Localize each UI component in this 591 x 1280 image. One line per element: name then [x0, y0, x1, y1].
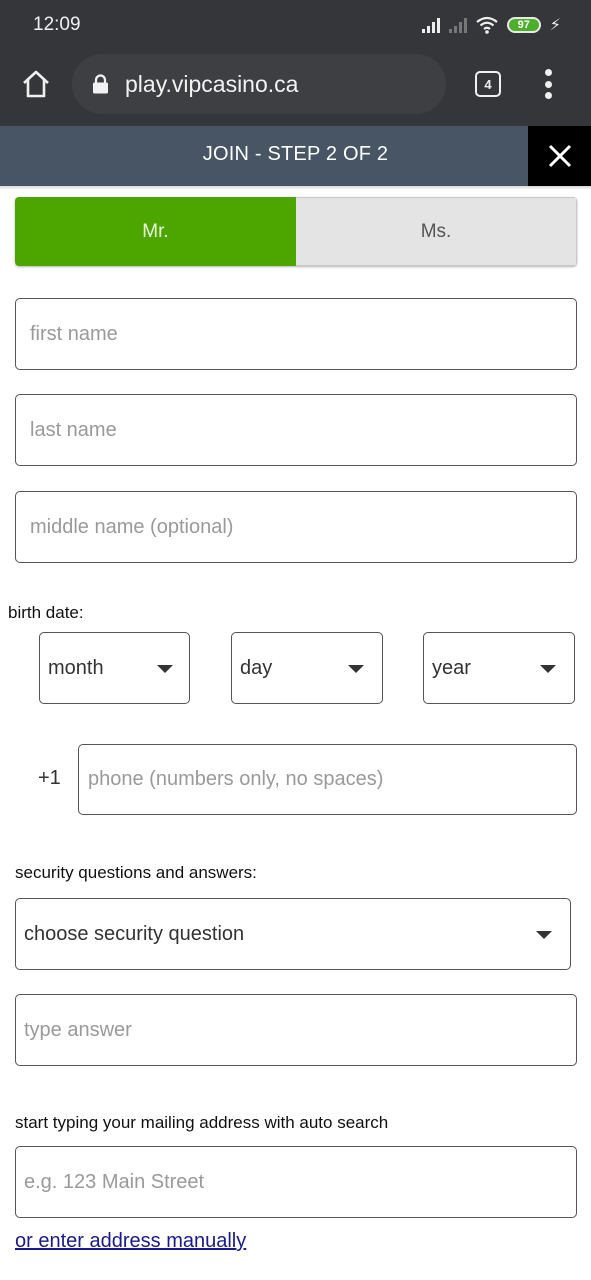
- address-bar[interactable]: play.vipcasino.ca: [72, 54, 446, 114]
- browser-toolbar: play.vipcasino.ca 4: [0, 52, 591, 126]
- close-button[interactable]: [528, 126, 591, 186]
- birth-year-select[interactable]: year: [423, 632, 575, 704]
- security-question-value: choose security question: [24, 922, 245, 945]
- page-header: JOIN - STEP 2 OF 2: [0, 126, 591, 186]
- battery-level: 97: [517, 19, 530, 31]
- birth-day-value: day: [240, 656, 273, 679]
- enter-address-manually-link[interactable]: or enter address manually: [15, 1230, 246, 1253]
- phone-field[interactable]: phone (numbers only, no spaces): [78, 744, 577, 815]
- signal-secondary-icon: [448, 17, 467, 33]
- battery-icon: 97: [506, 17, 541, 33]
- page-title: JOIN - STEP 2 OF 2: [202, 143, 389, 165]
- phone-placeholder: phone (numbers only, no spaces): [88, 768, 384, 790]
- security-label: security questions and answers:: [15, 863, 257, 882]
- tabs-icon[interactable]: 4: [475, 71, 501, 97]
- title-option-mr[interactable]: Mr.: [15, 197, 296, 266]
- address-label: start typing your mailing address with a…: [15, 1113, 389, 1132]
- middle-name-placeholder: middle name (optional): [30, 515, 234, 538]
- chevron-down-icon: [540, 665, 556, 673]
- wifi-icon: [476, 16, 498, 34]
- status-bar: 12:09 97 ⚡︎: [0, 0, 591, 52]
- security-answer-field[interactable]: type answer: [15, 994, 577, 1066]
- last-name-field[interactable]: last name: [15, 394, 577, 466]
- birth-day-select[interactable]: day: [231, 632, 383, 704]
- status-time: 12:09: [33, 14, 81, 35]
- security-question-select[interactable]: choose security question: [15, 898, 571, 970]
- chevron-down-icon: [348, 665, 364, 673]
- first-name-field[interactable]: first name: [15, 298, 577, 370]
- birth-month-select[interactable]: month: [39, 632, 190, 704]
- more-vert-icon[interactable]: [540, 66, 556, 102]
- title-option-ms[interactable]: Ms.: [296, 197, 577, 266]
- lock-icon: [93, 74, 108, 94]
- status-icons: 97 ⚡︎: [421, 15, 561, 35]
- header-shadow: [0, 186, 591, 190]
- charging-icon: ⚡︎: [549, 17, 561, 34]
- home-icon[interactable]: [20, 68, 52, 100]
- title-toggle: Mr. Ms.: [15, 197, 577, 266]
- last-name-placeholder: last name: [30, 418, 117, 441]
- address-search-field[interactable]: e.g. 123 Main Street: [15, 1146, 577, 1218]
- phone-country-code: +1: [38, 767, 61, 789]
- first-name-placeholder: first name: [30, 322, 118, 345]
- signal-icon: [421, 17, 440, 33]
- birth-date-label: birth date:: [8, 603, 84, 622]
- tab-count: 4: [484, 76, 492, 92]
- security-answer-placeholder: type answer: [24, 1018, 132, 1041]
- close-icon: [548, 144, 571, 168]
- middle-name-field[interactable]: middle name (optional): [15, 491, 577, 563]
- birth-year-value: year: [432, 656, 471, 679]
- chevron-down-icon: [157, 665, 173, 673]
- birth-month-value: month: [48, 656, 104, 679]
- chevron-down-icon: [536, 931, 552, 939]
- address-placeholder: e.g. 123 Main Street: [24, 1170, 205, 1193]
- url-text: play.vipcasino.ca: [125, 70, 299, 97]
